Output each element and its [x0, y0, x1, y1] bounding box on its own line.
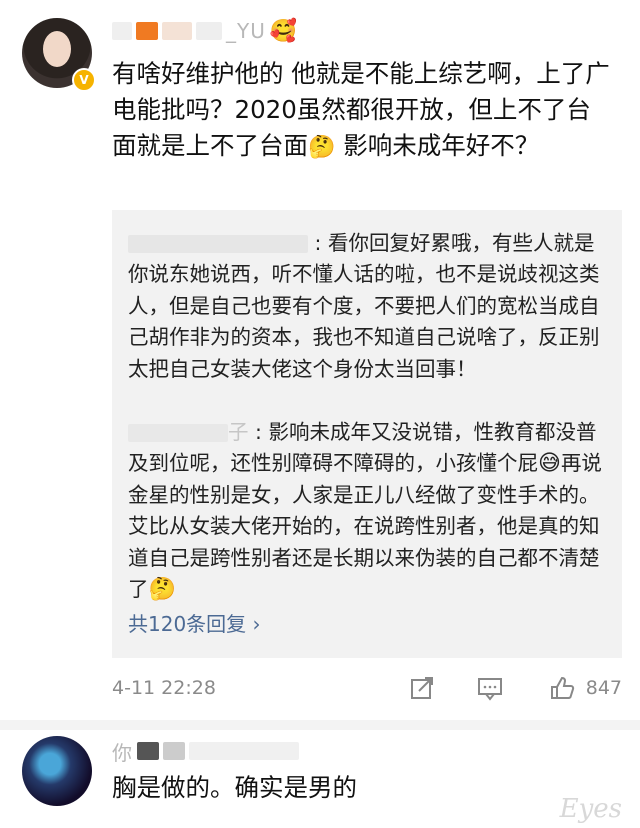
comment-icon[interactable] — [476, 675, 504, 703]
more-replies-link[interactable]: 共120条回复 › — [128, 608, 261, 637]
reply-separator: : — [314, 231, 328, 255]
redacted-block — [128, 235, 308, 253]
avatar-face — [43, 31, 71, 67]
timestamp: 4-11 22:28 — [112, 677, 216, 699]
thinking-emoji-icon: 🤔 — [148, 577, 176, 603]
crown-emoji-icon: 🥰 — [269, 18, 298, 44]
watermark-logo: Eyes — [559, 794, 622, 824]
reply-username[interactable] — [128, 231, 315, 255]
share-icon[interactable] — [408, 675, 436, 703]
redacted-block — [137, 742, 159, 760]
redacted-block — [136, 22, 158, 40]
reply-username[interactable]: 子 — [128, 420, 255, 444]
like-count: 847 — [585, 677, 622, 699]
redacted-block — [163, 742, 185, 760]
redacted-block — [162, 22, 192, 40]
redacted-block — [189, 742, 299, 760]
comment-username[interactable]: 你 — [112, 738, 299, 765]
redacted-block — [128, 424, 228, 442]
like-icon[interactable] — [548, 675, 576, 703]
avatar[interactable] — [22, 736, 92, 806]
comment-text: 有啥好维护他的 他就是不能上综艺啊，上了广电能批吗？2020虽然都很开放，但上不… — [112, 56, 612, 166]
comment-username[interactable]: _YU 🥰 — [112, 18, 297, 44]
redacted-block — [112, 22, 132, 40]
reply-item: 子 : 影响未成年又没说错，性教育都没普及到位呢，还性别障碍不障碍的，小孩懂个屁… — [128, 417, 608, 605]
verified-badge-icon: V — [72, 68, 96, 92]
reply-item: : 看你回复好累哦，有些人就是你说东她说西，听不懂人话的啦，也不是说歧视这类人，… — [128, 228, 608, 385]
comment-meta: 4-11 22:28 847 — [112, 675, 622, 705]
username-text: _YU — [226, 19, 266, 43]
sweat-emoji-icon: 😅 — [538, 451, 561, 477]
replies-box[interactable]: : 看你回复好累哦，有些人就是你说东她说西，听不懂人话的啦，也不是说歧视这类人，… — [112, 210, 622, 658]
redacted-block — [196, 22, 222, 40]
comment-text-part: 影响未成年好不？ — [335, 131, 540, 160]
reply-separator: : — [255, 420, 269, 444]
username-text: 你 — [112, 740, 133, 765]
comment-divider — [0, 720, 640, 730]
thinking-emoji-icon: 🤔 — [308, 135, 336, 160]
comment-text: 胸是做的。确实是男的 — [112, 773, 357, 802]
reply-username-text: 子 — [228, 420, 249, 444]
